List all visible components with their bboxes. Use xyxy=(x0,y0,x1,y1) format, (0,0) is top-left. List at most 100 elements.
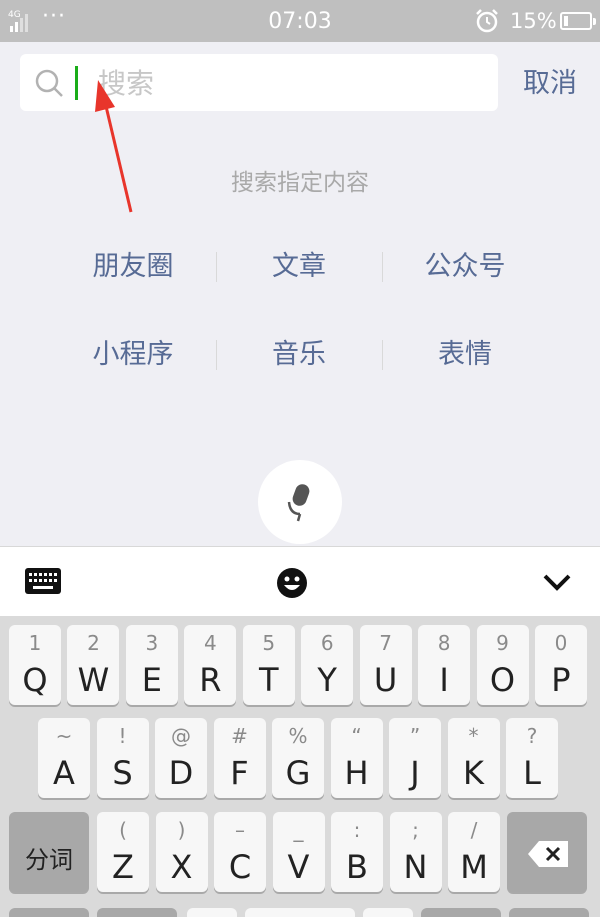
category-stickers[interactable]: 表情 xyxy=(382,326,548,384)
key-i[interactable]: 8I xyxy=(418,625,471,705)
key-m[interactable]: / M xyxy=(448,812,500,892)
key-secondary-label: ; xyxy=(412,818,419,842)
key-secondary-label: 0 xyxy=(554,631,568,655)
key-secondary-label: @ xyxy=(171,724,191,748)
key-u[interactable]: 7U xyxy=(359,625,412,705)
key-h[interactable]: “H xyxy=(330,718,383,798)
key-primary-label: T xyxy=(258,661,279,699)
keyboard-icon[interactable] xyxy=(24,567,62,595)
key-secondary-label: 9 xyxy=(496,631,509,655)
key-q[interactable]: 1Q xyxy=(9,625,61,705)
key-primary-label: W xyxy=(77,661,110,699)
keyboard-toolbar xyxy=(0,546,600,616)
key-n[interactable]: ; N xyxy=(389,812,442,892)
key-secondary-label: 2 xyxy=(87,631,100,655)
bottom-key[interactable] xyxy=(187,908,237,917)
key-w[interactable]: 2W xyxy=(67,625,120,705)
cancel-button[interactable]: 取消 xyxy=(510,64,590,104)
key-secondary-label: 1 xyxy=(28,631,42,655)
bottom-key[interactable] xyxy=(97,908,177,917)
bottom-key[interactable] xyxy=(9,908,89,917)
search-hint: 搜索指定内容 xyxy=(231,170,369,196)
segment-key-label: 分词 xyxy=(25,846,73,874)
key-j[interactable]: ” J xyxy=(389,718,441,798)
key-secondary-label: – xyxy=(235,818,245,842)
key-o[interactable]: 9O xyxy=(476,625,529,705)
key-secondary-label: ( xyxy=(119,818,127,842)
key-y[interactable]: 6Y xyxy=(301,625,354,705)
key-primary-label: B xyxy=(346,848,368,886)
category-mini-programs[interactable]: 小程序 xyxy=(50,326,216,384)
key-p[interactable]: 0P xyxy=(534,625,587,705)
key-secondary-label: ~ xyxy=(55,724,73,748)
key-primary-label: Y xyxy=(317,661,337,699)
category-music[interactable]: 音乐 xyxy=(216,326,382,384)
key-c[interactable]: – C xyxy=(214,812,266,892)
category-moments[interactable]: 朋友圈 xyxy=(50,238,216,296)
key-secondary-label: ! xyxy=(118,724,127,748)
key-primary-label: P xyxy=(551,661,571,699)
key-primary-label: R xyxy=(199,661,222,699)
key-secondary-label: ” xyxy=(409,724,421,748)
key-primary-label: E xyxy=(141,661,162,699)
key-g[interactable]: % G xyxy=(272,718,324,798)
key-secondary-label: * xyxy=(468,724,479,748)
key-secondary-label: : xyxy=(353,818,361,842)
key-primary-label: S xyxy=(112,754,133,792)
key-secondary-label: # xyxy=(231,724,248,748)
key-primary-label: H xyxy=(344,754,369,792)
key-l[interactable]: ? L xyxy=(506,718,558,798)
search-category-grid: 朋友圈 文章 公众号 小程序 音乐 表情 xyxy=(50,238,550,414)
key-primary-label: C xyxy=(228,848,252,886)
key-d[interactable]: @ D xyxy=(155,718,207,798)
battery-percent: 15% xyxy=(510,9,557,33)
search-input[interactable] xyxy=(98,64,478,102)
keyboard: 分词 1 Q 2 W 3 E 4 R 5 T 6 Y 7 U 8 I 9 O 0 P ~ A! S @ D # F% G “H” J * K?… xyxy=(0,616,600,917)
key-a[interactable]: ~ A xyxy=(38,718,90,798)
key-primary-label: U xyxy=(373,661,398,699)
key-primary-label: K xyxy=(463,754,484,792)
key-primary-label: Z xyxy=(112,848,134,886)
key-e[interactable]: 3E xyxy=(125,625,178,705)
key-primary-label: O xyxy=(489,661,516,699)
key-x[interactable]: ) X xyxy=(155,812,208,892)
alarm-icon xyxy=(476,9,498,33)
key-primary-label: L xyxy=(523,754,541,792)
key-primary-label: F xyxy=(230,754,249,792)
key-secondary-label: / xyxy=(470,818,478,842)
chevron-down-icon[interactable] xyxy=(542,571,572,593)
key-primary-label: N xyxy=(403,848,428,886)
key-s[interactable]: ! S xyxy=(96,718,149,798)
key-secondary-label: ) xyxy=(177,818,186,842)
key-f[interactable]: # F xyxy=(213,718,266,798)
key-secondary-label: _ xyxy=(293,818,304,842)
status-bar: 4G ··· 07:03 15% xyxy=(0,0,600,42)
key-secondary-label: 7 xyxy=(379,631,392,655)
key-r[interactable]: 4R xyxy=(184,625,237,705)
key-primary-label: I xyxy=(439,661,449,699)
segment-key[interactable]: 分词 xyxy=(9,812,89,892)
voice-search-button[interactable] xyxy=(258,460,342,544)
category-official-accounts[interactable]: 公众号 xyxy=(382,238,548,296)
key-b[interactable]: :B xyxy=(331,812,383,892)
key-secondary-label: ? xyxy=(526,724,538,748)
emoji-icon[interactable] xyxy=(276,567,308,599)
key-k[interactable]: * K xyxy=(447,718,500,798)
search-icon xyxy=(35,69,63,97)
key-t[interactable]: 5T xyxy=(242,625,295,705)
backspace-key[interactable] xyxy=(507,812,587,892)
bottom-key[interactable] xyxy=(421,908,501,917)
bottom-key[interactable] xyxy=(509,908,589,917)
category-articles[interactable]: 文章 xyxy=(216,238,382,296)
key-secondary-label: 4 xyxy=(203,631,217,655)
key-primary-label: G xyxy=(285,754,311,792)
key-primary-label: Q xyxy=(22,661,48,699)
key-primary-label: J xyxy=(410,754,420,792)
bottom-key[interactable] xyxy=(363,908,413,917)
search-bar xyxy=(20,54,498,111)
key-v[interactable]: _ V xyxy=(272,812,325,892)
key-z[interactable]: (Z xyxy=(97,812,149,892)
text-cursor xyxy=(75,66,78,100)
space-key[interactable] xyxy=(245,908,355,917)
category-row: 朋友圈 文章 公众号 xyxy=(50,238,550,326)
